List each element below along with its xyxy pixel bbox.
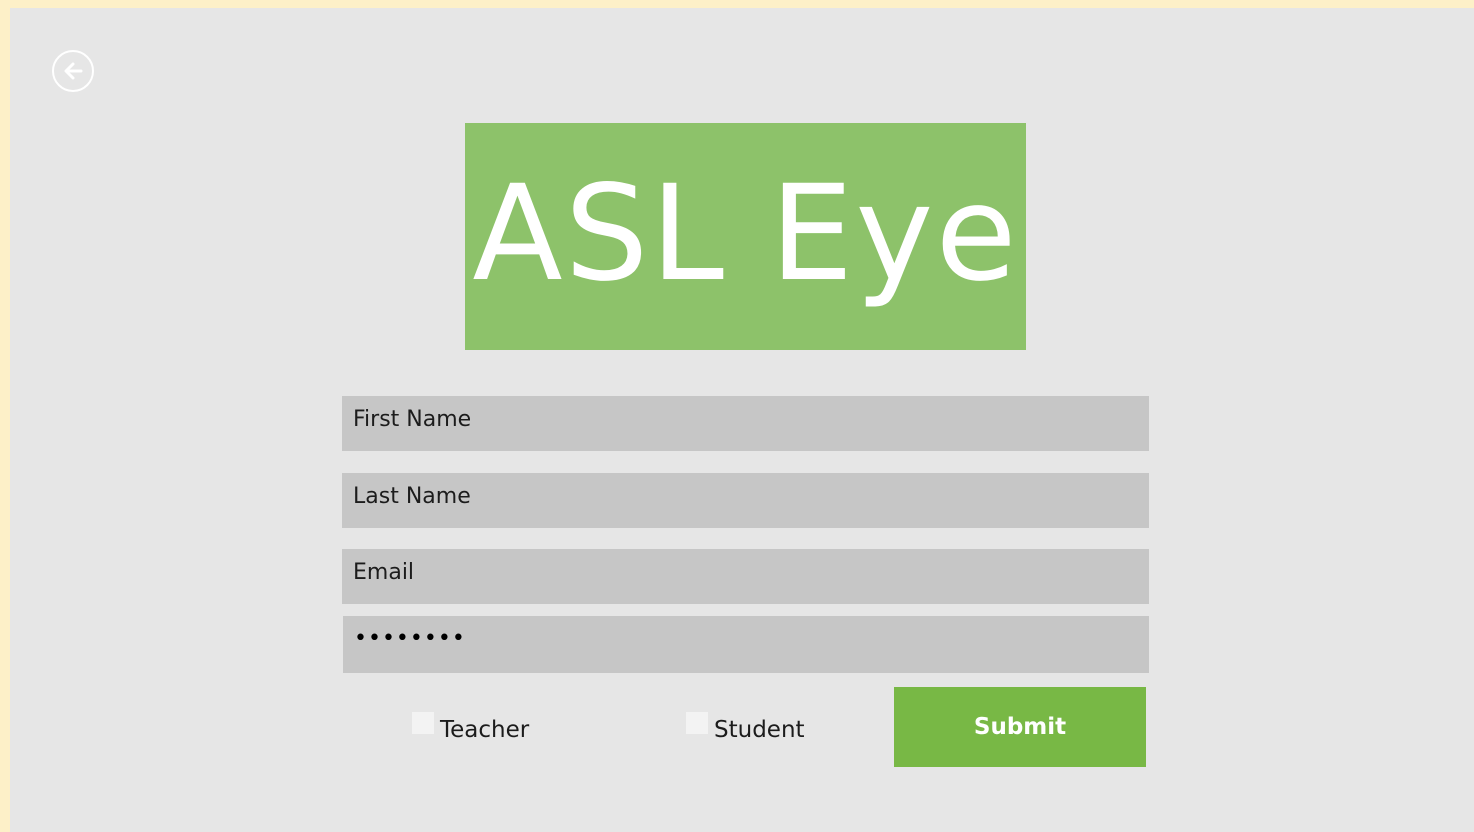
first-name-input[interactable]	[342, 396, 1149, 451]
student-label: Student	[714, 717, 805, 743]
app-logo: ASL Eye	[465, 123, 1026, 350]
back-button[interactable]	[52, 50, 94, 92]
teacher-label: Teacher	[440, 717, 530, 743]
email-input[interactable]	[342, 549, 1149, 604]
signup-page: ASL Eye •••••••• Teacher Student Submit	[10, 8, 1474, 832]
teacher-checkbox[interactable]	[412, 712, 434, 734]
teacher-checkbox-group[interactable]: Teacher	[412, 711, 529, 743]
logo-text: ASL Eye	[472, 156, 1019, 311]
student-checkbox[interactable]	[686, 712, 708, 734]
submit-button[interactable]: Submit	[894, 687, 1146, 767]
arrow-left-icon	[64, 62, 83, 80]
password-input[interactable]: ••••••••	[343, 616, 1149, 673]
student-checkbox-group[interactable]: Student	[686, 711, 805, 743]
last-name-input[interactable]	[342, 473, 1149, 528]
password-masked-value: ••••••••	[354, 626, 466, 651]
